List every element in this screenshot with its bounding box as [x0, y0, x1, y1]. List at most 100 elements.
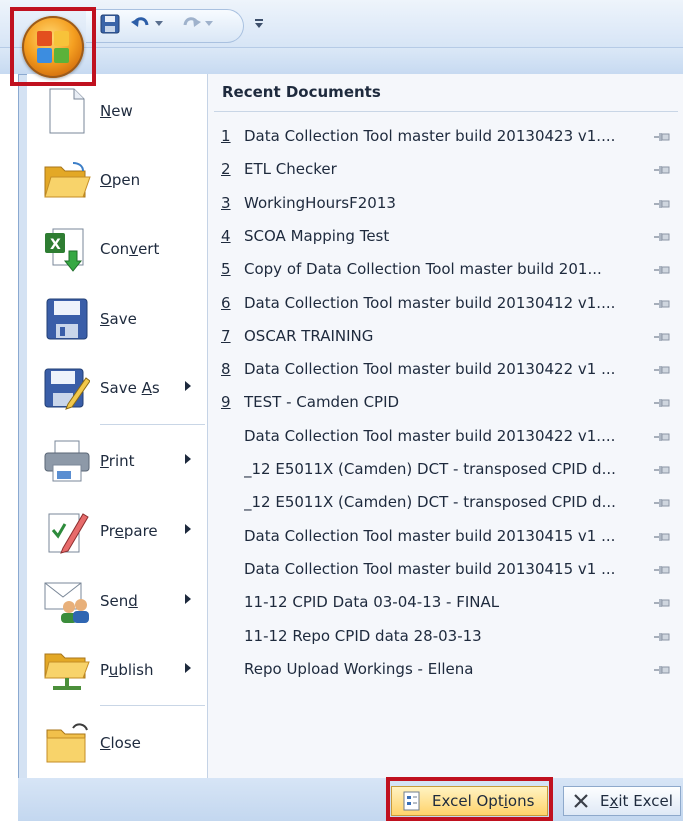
menu-print[interactable]: Print	[28, 430, 207, 492]
floppy-icon	[100, 14, 120, 34]
menu-publish-label: Publish	[100, 661, 154, 679]
printer-icon	[38, 435, 96, 487]
recent-document-name: Data Collection Tool master build 201304…	[244, 359, 616, 378]
recent-document-item[interactable]: 6 Data Collection Tool master build 20130…	[214, 286, 678, 319]
send-icon	[38, 575, 96, 627]
office-logo-icon	[37, 31, 69, 63]
recent-document-name: Data Collection Tool master build 201304…	[244, 126, 616, 145]
recent-document-number: 4	[221, 226, 231, 245]
submenu-arrow-icon	[185, 524, 191, 534]
recent-document-item[interactable]: 2 ETL Checker	[214, 152, 678, 185]
recent-document-name: Repo Upload Workings - Ellena	[244, 659, 474, 678]
excel-options-button[interactable]: Excel Options	[391, 786, 548, 816]
pushpin-icon[interactable]	[654, 395, 670, 413]
qat-redo-button[interactable]	[180, 11, 202, 37]
options-icon	[403, 791, 420, 811]
submenu-arrow-icon	[185, 663, 191, 673]
pushpin-icon[interactable]	[654, 196, 670, 214]
redo-icon	[183, 17, 201, 27]
pushpin-icon[interactable]	[654, 229, 670, 247]
menu-new[interactable]: New	[28, 80, 207, 142]
recent-document-item[interactable]: Data Collection Tool master build 201304…	[214, 519, 678, 552]
menu-save-label: Save	[100, 310, 137, 328]
qat-undo-dropdown[interactable]	[153, 11, 165, 37]
menu-save-as[interactable]: Save As	[28, 357, 207, 419]
pushpin-icon[interactable]	[654, 595, 670, 613]
recent-document-item[interactable]: 8 Data Collection Tool master build 20130…	[214, 352, 678, 385]
submenu-arrow-icon	[185, 594, 191, 604]
pushpin-icon[interactable]	[654, 262, 670, 280]
save-as-icon	[38, 362, 96, 414]
excel-options-label: Excel Options	[432, 792, 535, 810]
qat-redo-dropdown[interactable]	[203, 11, 215, 37]
recent-document-name: Data Collection Tool master build 201304…	[244, 293, 616, 312]
menu-save-as-label: Save As	[100, 379, 160, 397]
recent-document-item[interactable]: _12 E5011X (Camden) DCT - transposed CPI…	[214, 485, 678, 518]
recent-document-name: WorkingHoursF2013	[244, 193, 396, 212]
menu-convert[interactable]: X Convert	[28, 218, 207, 280]
recent-document-name: 11-12 CPID Data 03-04-13 - FINAL	[244, 592, 500, 611]
recent-document-item[interactable]: 11-12 CPID Data 03-04-13 - FINAL	[214, 585, 678, 618]
exit-excel-label: Exit Excel	[600, 792, 673, 810]
recent-document-name: TEST - Camden CPID	[244, 392, 400, 411]
undo-icon	[131, 17, 149, 27]
menu-send[interactable]: Send	[28, 570, 207, 632]
recent-document-number: 6	[221, 293, 231, 312]
pushpin-icon[interactable]	[654, 296, 670, 314]
recent-document-item[interactable]: 3 WorkingHoursF2013	[214, 186, 678, 219]
command-separator	[100, 424, 205, 425]
pushpin-icon[interactable]	[654, 462, 670, 480]
recent-document-item[interactable]: Data Collection Tool master build 201304…	[214, 552, 678, 585]
recent-document-name: Copy of Data Collection Tool master buil…	[244, 259, 602, 278]
pushpin-icon[interactable]	[654, 129, 670, 147]
menu-open-label: Open	[100, 171, 141, 189]
recent-document-name: Data Collection Tool master build 201304…	[244, 559, 616, 578]
pushpin-icon[interactable]	[654, 362, 670, 380]
menu-close[interactable]: Close	[28, 712, 207, 774]
open-folder-icon	[38, 154, 96, 206]
submenu-arrow-icon	[185, 381, 191, 391]
pushpin-icon[interactable]	[654, 529, 670, 547]
menu-print-label: Print	[100, 452, 135, 470]
exit-excel-button[interactable]: Exit Excel	[563, 786, 681, 816]
recent-document-item[interactable]: Repo Upload Workings - Ellena	[214, 652, 678, 685]
menu-send-label: Send	[100, 592, 138, 610]
qat-save-button[interactable]	[98, 11, 122, 37]
recent-document-name: 11-12 Repo CPID data 28-03-13	[244, 626, 482, 645]
menu-new-label: New	[100, 102, 133, 120]
pushpin-icon[interactable]	[654, 662, 670, 680]
pushpin-icon[interactable]	[654, 329, 670, 347]
menu-publish[interactable]: Publish	[28, 639, 207, 701]
prepare-icon	[38, 505, 96, 557]
menu-prepare[interactable]: Prepare	[28, 500, 207, 562]
recent-document-item[interactable]: 7 OSCAR TRAINING	[214, 319, 678, 352]
pushpin-icon[interactable]	[654, 495, 670, 513]
pushpin-icon[interactable]	[654, 162, 670, 180]
menu-prepare-label: Prepare	[100, 522, 158, 540]
qat-customize-button[interactable]	[252, 11, 266, 37]
pushpin-icon[interactable]	[654, 562, 670, 580]
menu-save[interactable]: Save	[28, 288, 207, 350]
recent-document-item[interactable]: 9 TEST - Camden CPID	[214, 385, 678, 418]
recent-document-item[interactable]: 5 Copy of Data Collection Tool master bui…	[214, 252, 678, 285]
recent-document-item[interactable]: 4 SCOA Mapping Test	[214, 219, 678, 252]
qat-undo-button[interactable]	[130, 11, 152, 37]
recent-document-item[interactable]: 11-12 Repo CPID data 28-03-13	[214, 619, 678, 652]
recent-document-number: 1	[221, 126, 231, 145]
close-icon	[574, 794, 588, 808]
recent-document-name: Data Collection Tool master build 201304…	[244, 526, 616, 545]
recent-document-name: _12 E5011X (Camden) DCT - transposed CPI…	[244, 492, 616, 511]
recent-document-item[interactable]: _12 E5011X (Camden) DCT - transposed CPI…	[214, 452, 678, 485]
close-folder-icon	[38, 717, 96, 769]
menu-open[interactable]: Open	[28, 149, 207, 211]
submenu-arrow-icon	[185, 454, 191, 464]
recent-document-item[interactable]: 1 Data Collection Tool master build 20130…	[214, 119, 678, 152]
recent-document-item[interactable]: Data Collection Tool master build 201304…	[214, 419, 678, 452]
recent-documents-divider	[214, 111, 678, 112]
office-button[interactable]	[22, 16, 84, 78]
recent-document-name: ETL Checker	[244, 159, 337, 178]
recent-document-name: SCOA Mapping Test	[244, 226, 390, 245]
pushpin-icon[interactable]	[654, 429, 670, 447]
pushpin-icon[interactable]	[654, 629, 670, 647]
new-document-icon	[38, 85, 96, 137]
